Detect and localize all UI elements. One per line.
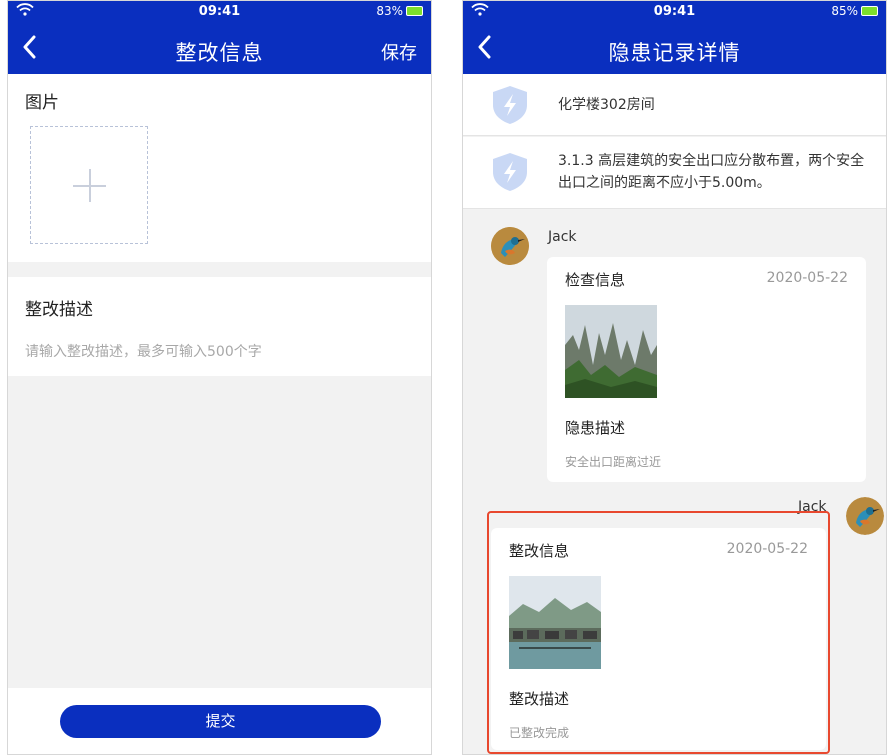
regulation-row: 3.1.3 高层建筑的安全出口应分散布置，两个安全出口之间的距离不应小于5.00… — [463, 137, 886, 209]
top-bar: 09:41 85% 隐患记录详情 — [463, 1, 886, 74]
shield-bolt-icon — [491, 85, 529, 125]
status-time: 09:41 — [198, 4, 241, 19]
status-time: 09:41 — [653, 4, 696, 19]
nav-bar: 整改信息 保存 — [8, 27, 431, 74]
location-text: 化学楼302房间 — [558, 97, 655, 113]
description-section: 整改描述 请输入整改描述，最多可输入500个字 — [8, 277, 431, 376]
avatar-bird-icon[interactable] — [846, 497, 884, 535]
bottom-bar: 提交 — [8, 688, 431, 754]
hazard-description-title: 隐患描述 — [565, 419, 626, 437]
status-bar: 09:41 83% — [8, 1, 431, 23]
battery-icon — [861, 6, 878, 16]
photo-section: 图片 — [8, 74, 431, 262]
top-bar: 09:41 83% 整改信息 保存 — [8, 1, 431, 74]
shield-bolt-icon — [491, 152, 529, 192]
hazard-description-text: 安全出口距离过近 — [565, 455, 662, 469]
plus-icon-vertical — [89, 169, 91, 202]
battery-percent: 83% — [376, 4, 403, 18]
highlight-frame — [487, 511, 830, 754]
phone-hazard-detail: 09:41 85% 隐患记录详情 化学楼302房间 3.1.3 高层建筑的安全出… — [462, 0, 887, 755]
inspection-photo[interactable] — [565, 305, 657, 398]
nav-bar: 隐患记录详情 — [463, 27, 886, 74]
inspection-card-date: 2020-05-22 — [766, 270, 848, 286]
submit-button[interactable]: 提交 — [60, 705, 381, 738]
save-button[interactable]: 保存 — [381, 39, 417, 65]
phone-rectification-form: 09:41 83% 整改信息 保存 图片 整改描述 请输入整改描述，最多可输入5… — [7, 0, 432, 755]
regulation-text: 3.1.3 高层建筑的安全出口应分散布置，两个安全出口之间的距离不应小于5.00… — [558, 153, 865, 191]
battery-indicator: 85% — [831, 4, 878, 18]
location-row: 化学楼302房间 — [463, 74, 886, 136]
description-section-title: 整改描述 — [25, 300, 93, 320]
page-title: 整改信息 — [175, 41, 264, 65]
description-input[interactable]: 请输入整改描述，最多可输入500个字 — [25, 341, 415, 361]
add-photo-button[interactable] — [30, 126, 148, 244]
battery-indicator: 83% — [376, 4, 423, 18]
status-bar: 09:41 85% — [463, 1, 886, 23]
battery-icon — [406, 6, 423, 16]
page-title: 隐患记录详情 — [608, 41, 741, 65]
inspection-card-title: 检查信息 — [565, 271, 626, 289]
inspection-user-name: Jack — [548, 229, 577, 245]
photo-section-title: 图片 — [25, 93, 59, 113]
inspection-card: 检查信息 2020-05-22 隐患描述 安全出口距离过近 — [547, 257, 866, 482]
battery-percent: 85% — [831, 4, 858, 18]
avatar-bird-icon[interactable] — [491, 227, 529, 265]
